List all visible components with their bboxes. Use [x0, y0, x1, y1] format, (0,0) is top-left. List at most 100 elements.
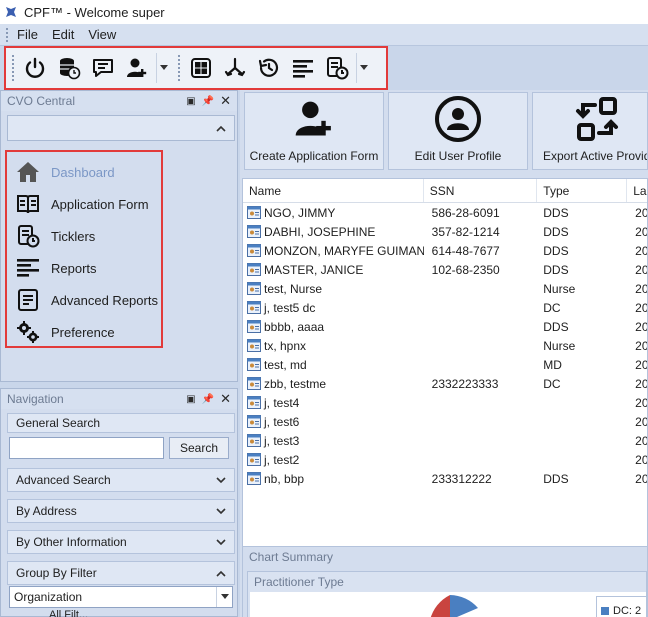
column-header-last[interactable]: La [627, 179, 647, 202]
main-area: Create Application Form Edit User Profil… [240, 90, 648, 617]
toolbar-grip [12, 55, 14, 81]
person-card-icon [247, 434, 261, 447]
last-cell: 20 [635, 243, 647, 258]
table-row[interactable]: DABHI, JOSEPHINE 357-82-1214 DDS 20 [243, 222, 647, 241]
name-cell: test, Nurse [243, 282, 424, 296]
advanced-search-section[interactable]: Advanced Search [7, 468, 235, 492]
cvo-menu-list: Dashboard Application Form Ticklers Repo… [5, 150, 163, 348]
table-row[interactable]: MASTER, JANICE 102-68-2350 DDS 20 [243, 260, 647, 279]
search-button[interactable]: Search [169, 437, 229, 459]
table-row[interactable]: j, test4 20 [243, 393, 647, 412]
last-cell: 20 [635, 300, 647, 315]
ssn-cell: 102-68-2350 [431, 262, 500, 277]
search-input[interactable] [9, 437, 164, 459]
cvo-item-advanced-reports[interactable]: Advanced Reports [7, 284, 161, 316]
table-row[interactable]: j, test3 20 [243, 431, 647, 450]
align-left-button[interactable] [288, 53, 318, 83]
column-header-name[interactable]: Name [243, 179, 424, 202]
cvo-panel-title: CVO Central [7, 94, 76, 108]
export-icon [573, 95, 621, 143]
menu-view[interactable]: View [88, 27, 116, 42]
table-row[interactable]: tx, hpnx Nurse 20 [243, 336, 647, 355]
report-icon [15, 287, 41, 313]
by-other-information-section[interactable]: By Other Information [7, 530, 235, 554]
table-row[interactable]: nb, bbp 233312222 DDS 20 [243, 469, 647, 488]
provider-name: j, test2 [264, 452, 300, 467]
pin-icon[interactable]: 📌 [202, 96, 214, 107]
merge-button[interactable] [220, 53, 250, 83]
table-row[interactable]: bbbb, aaaa DDS 20 [243, 317, 647, 336]
group-filter-select[interactable]: Organization [9, 586, 233, 608]
table-row[interactable]: j, test6 20 [243, 412, 647, 431]
toolbar-dropdown-2[interactable] [356, 53, 370, 83]
column-header-type[interactable]: Type [537, 179, 628, 202]
last-cell: 20 [635, 395, 647, 410]
by-address-section[interactable]: By Address [7, 499, 235, 523]
cvo-item-label: Reports [51, 260, 97, 276]
power-icon [25, 57, 45, 78]
type-cell: DDS [543, 243, 569, 258]
table-row[interactable]: test, md MD 20 [243, 355, 647, 374]
toolbar-dropdown-1[interactable] [156, 53, 170, 83]
close-icon[interactable]: ✕ [220, 391, 231, 407]
cvo-item-reports[interactable]: Reports [7, 252, 161, 284]
cvo-item-application-form[interactable]: Application Form [7, 188, 161, 220]
minimize-icon[interactable]: ▣ [186, 96, 195, 107]
section-label: Group By Filter [16, 566, 97, 580]
close-icon[interactable]: ✕ [220, 93, 231, 109]
history-button[interactable] [254, 53, 284, 83]
cvo-item-ticklers[interactable]: Ticklers [7, 220, 161, 252]
menu-file[interactable]: File [17, 27, 38, 42]
database-clock-button[interactable] [54, 53, 84, 83]
cvo-item-dashboard[interactable]: Dashboard [7, 156, 161, 188]
last-cell: 20 [635, 433, 647, 448]
chevron-down-icon[interactable] [216, 587, 232, 607]
export-active-providers-button[interactable]: Export Active Provid [532, 92, 648, 170]
column-header-ssn[interactable]: SSN [424, 179, 538, 202]
filter-tree[interactable]: All Filt... [9, 609, 233, 617]
chevron-down-icon [216, 538, 226, 545]
create-application-form-button[interactable]: Create Application Form [244, 92, 384, 170]
table-row[interactable]: NGO, JIMMY 586-28-6091 DDS 20 [243, 203, 647, 222]
pin-icon[interactable]: 📌 [202, 394, 214, 405]
provider-name: MONZON, MARYFE GUIMAN [264, 243, 424, 258]
table-row[interactable]: j, test5 dc DC 20 [243, 298, 647, 317]
type-cell: DDS [543, 319, 569, 334]
provider-name: j, test6 [264, 414, 300, 429]
type-cell: DDS [543, 262, 569, 277]
edit-user-profile-button[interactable]: Edit User Profile [388, 92, 528, 170]
type-cell: DDS [543, 471, 569, 486]
minimize-icon[interactable]: ▣ [186, 394, 195, 405]
grid-button[interactable] [186, 53, 216, 83]
provider-name: bbbb, aaaa [264, 319, 325, 334]
person-card-icon [247, 301, 261, 314]
report-clock-button[interactable] [322, 53, 352, 83]
menu-edit[interactable]: Edit [52, 27, 74, 42]
last-cell: 20 [635, 262, 647, 277]
table-row[interactable]: MONZON, MARYFE GUIMAN 614-48-7677 DDS 20 [243, 241, 647, 260]
last-cell: 20 [635, 224, 647, 239]
table-row[interactable]: zbb, testme 2332223333 DC 20 [243, 374, 647, 393]
section-label: By Address [16, 504, 77, 518]
general-search-header[interactable]: General Search [7, 413, 235, 433]
person-card-icon [247, 339, 261, 352]
provider-name: test, md [264, 357, 307, 372]
group-by-filter-section[interactable]: Group By Filter [7, 561, 235, 585]
message-button[interactable] [88, 53, 118, 83]
nav-panel-title: Navigation [7, 392, 64, 406]
person-card-icon [247, 396, 261, 409]
provider-name: j, test3 [264, 433, 300, 448]
toolbar-separator [178, 55, 180, 81]
add-user-icon [127, 58, 147, 77]
title-bar: CPF™ - Welcome super [0, 0, 648, 24]
cvo-item-preference[interactable]: Preference [7, 316, 161, 348]
power-button[interactable] [20, 53, 50, 83]
table-body: NGO, JIMMY586-28-6091DDS20DABHI, JOSEPHI… [243, 203, 647, 488]
name-cell: j, test3 [243, 434, 424, 448]
cvo-item-label: Dashboard [51, 164, 115, 180]
table-row[interactable]: test, Nurse Nurse 20 [243, 279, 647, 298]
cvo-collapse-bar[interactable] [7, 115, 235, 141]
last-cell: 20 [635, 376, 647, 391]
table-row[interactable]: j, test2 20 [243, 450, 647, 469]
add-user-button[interactable] [122, 53, 152, 83]
